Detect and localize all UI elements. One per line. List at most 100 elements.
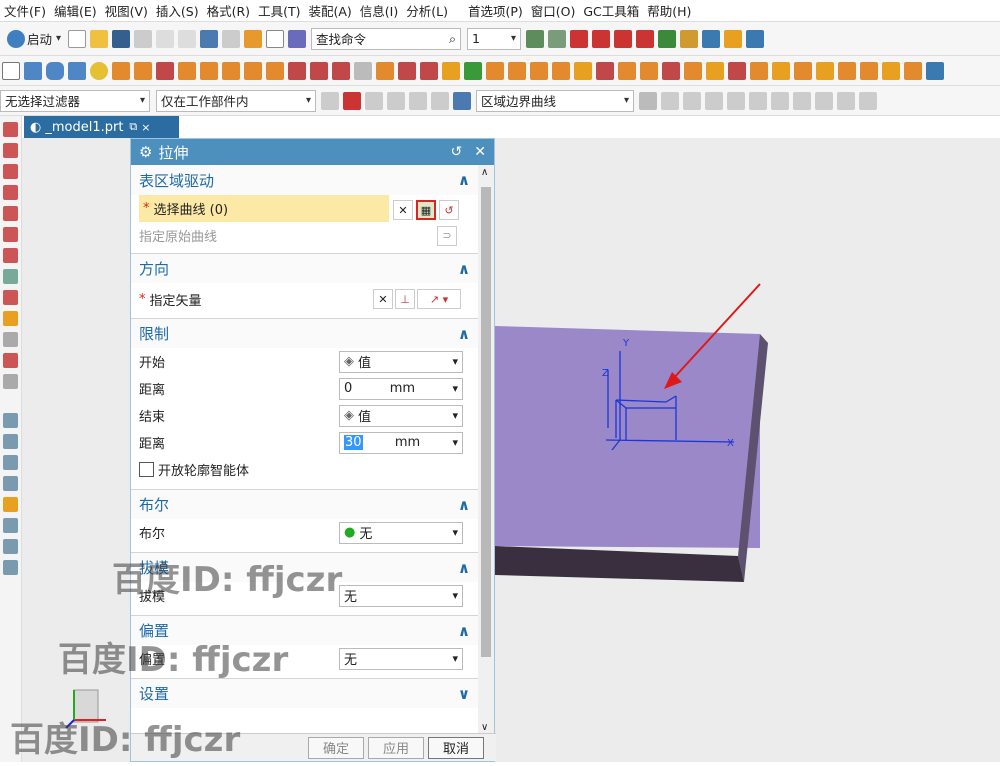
curve-rule-select[interactable]: 区域边界曲线 bbox=[476, 89, 634, 112]
pattern-icon[interactable] bbox=[486, 61, 504, 80]
section-limits-header[interactable]: 限制 ∧ bbox=[131, 318, 478, 348]
mirror-curve-icon[interactable] bbox=[3, 332, 18, 347]
chevron-down-icon[interactable]: ∨ bbox=[458, 685, 470, 703]
tube-icon[interactable] bbox=[684, 61, 702, 80]
center-point-icon[interactable] bbox=[749, 91, 767, 110]
reset-icon[interactable]: ↺ bbox=[451, 144, 463, 160]
shell-icon[interactable] bbox=[442, 61, 460, 80]
nx5-icon[interactable] bbox=[156, 61, 174, 80]
assembly-tool-icon[interactable] bbox=[746, 29, 765, 48]
menu-gc-toolbox[interactable]: GC工具箱 bbox=[579, 1, 643, 20]
command-search-input[interactable]: 查找命令 ⌕ bbox=[311, 27, 462, 50]
undo-icon[interactable] bbox=[200, 29, 219, 48]
fillet-icon[interactable] bbox=[772, 61, 790, 80]
point-on-face-icon[interactable] bbox=[837, 91, 855, 110]
origin-curve-icon[interactable]: ⊃ bbox=[437, 225, 457, 246]
select-mode-icon[interactable] bbox=[409, 91, 427, 110]
rectangle-icon[interactable] bbox=[3, 185, 18, 200]
vector-type-dropdown[interactable]: ↗ ▾ bbox=[417, 289, 461, 309]
start-menu-button[interactable]: 启动 bbox=[3, 28, 63, 50]
extrude-icon[interactable] bbox=[112, 61, 130, 80]
part-nav-icon[interactable] bbox=[548, 29, 567, 48]
open-folder-icon[interactable] bbox=[90, 29, 109, 48]
cylinder-icon[interactable] bbox=[46, 61, 64, 80]
specify-vector-row[interactable]: * 指定矢量 ✕ ⊥ ↗ ▾ bbox=[131, 283, 494, 315]
open-profile-row[interactable]: 开放轮廓智能体 bbox=[131, 456, 494, 483]
menu-file[interactable]: 文件(F) bbox=[0, 1, 50, 20]
open-profile-checkbox[interactable] bbox=[139, 462, 154, 477]
dialog-scrollbar[interactable]: ∧ ∨ bbox=[478, 165, 494, 735]
existing-point-icon[interactable] bbox=[793, 91, 811, 110]
project-curve-icon[interactable] bbox=[3, 311, 18, 326]
constraint-tool-icon[interactable] bbox=[658, 29, 677, 48]
draft-icon[interactable] bbox=[464, 61, 482, 80]
split-body-icon[interactable] bbox=[552, 61, 570, 80]
chevron-up-icon[interactable]: ∧ bbox=[458, 496, 470, 514]
subtract-icon[interactable] bbox=[354, 61, 372, 80]
chevron-up-icon[interactable]: ∧ bbox=[458, 622, 470, 640]
feature-select-icon[interactable] bbox=[431, 91, 449, 110]
cone-icon[interactable] bbox=[68, 61, 86, 80]
mold-icon[interactable] bbox=[904, 61, 922, 80]
cancel-button[interactable]: 取消 bbox=[428, 736, 484, 759]
sweep-icon[interactable] bbox=[706, 61, 724, 80]
command-finder-icon[interactable] bbox=[288, 29, 307, 48]
save-icon[interactable] bbox=[112, 29, 131, 48]
mesh-surface-icon[interactable] bbox=[3, 455, 18, 470]
reverse-direction-icon[interactable]: ⊥ bbox=[395, 289, 415, 309]
synchronous-icon[interactable] bbox=[860, 61, 878, 80]
layer-icon[interactable] bbox=[526, 29, 545, 48]
count-select[interactable]: 1 bbox=[467, 27, 522, 50]
chevron-up-icon[interactable]: ∧ bbox=[458, 260, 470, 278]
menu-info[interactable]: 信息(I) bbox=[356, 1, 402, 20]
arc-icon[interactable] bbox=[3, 143, 18, 158]
section-draft-header[interactable]: 拔模 ∧ bbox=[131, 552, 478, 582]
section-settings-header[interactable]: 设置 ∨ bbox=[131, 678, 478, 708]
blend-icon[interactable] bbox=[398, 61, 416, 80]
deselect-curve-icon[interactable]: ✕ bbox=[393, 200, 413, 220]
sketch-tool-icon[interactable] bbox=[570, 29, 589, 48]
extend-sheet-icon[interactable] bbox=[3, 560, 18, 575]
mesh-icon[interactable] bbox=[816, 61, 834, 80]
feature-tool-icon[interactable] bbox=[724, 29, 743, 48]
menu-preferences[interactable]: 首选项(P) bbox=[464, 1, 527, 20]
select-curve-row[interactable]: * 选择曲线 (0) bbox=[139, 195, 389, 222]
fillet-curve-icon[interactable] bbox=[3, 164, 18, 179]
plate-top-face[interactable] bbox=[495, 326, 760, 548]
deselect-vector-icon[interactable]: ✕ bbox=[373, 289, 393, 309]
ok-button[interactable]: 确定 bbox=[308, 736, 364, 759]
menu-edit[interactable]: 编辑(E) bbox=[50, 1, 101, 20]
surface-icon[interactable] bbox=[3, 413, 18, 428]
menu-help[interactable]: 帮助(H) bbox=[643, 1, 695, 20]
distance2-input[interactable]: 30 mm bbox=[339, 431, 463, 454]
offset-curve-icon[interactable] bbox=[3, 290, 18, 305]
trim-curve-icon[interactable] bbox=[3, 353, 18, 368]
sphere-icon[interactable] bbox=[90, 61, 108, 80]
bridge-surface-icon[interactable] bbox=[3, 497, 18, 512]
menu-analysis[interactable]: 分析(L) bbox=[402, 1, 452, 20]
through-curves-icon[interactable] bbox=[3, 434, 18, 449]
scroll-down-icon[interactable]: ∨ bbox=[481, 722, 488, 733]
menu-view[interactable]: 视图(V) bbox=[101, 1, 152, 20]
tab-pin-icon[interactable]: ⧉ bbox=[129, 120, 137, 134]
section-offset-header[interactable]: 偏置 ∧ bbox=[131, 615, 478, 645]
boolean-select[interactable]: ● 无 bbox=[339, 521, 463, 544]
type-filter-select[interactable]: 无选择过滤器 bbox=[0, 89, 150, 112]
ellipse-icon[interactable] bbox=[3, 248, 18, 263]
revolve-icon[interactable] bbox=[134, 61, 152, 80]
section-drive-header[interactable]: 表区域驱动 ∧ bbox=[131, 165, 494, 195]
pad-icon[interactable] bbox=[244, 61, 262, 80]
specify-origin-row[interactable]: 指定原始曲线 ⊃ bbox=[131, 222, 494, 249]
sketch-icon[interactable] bbox=[2, 61, 20, 80]
rib-icon[interactable] bbox=[728, 61, 746, 80]
sew-icon[interactable] bbox=[618, 61, 636, 80]
chevron-up-icon[interactable]: ∧ bbox=[458, 171, 470, 189]
scrollbar-thumb[interactable] bbox=[481, 187, 491, 657]
deselect-icon[interactable] bbox=[365, 91, 383, 110]
new-file-icon[interactable] bbox=[68, 29, 87, 48]
apply-button[interactable]: 应用 bbox=[368, 736, 424, 759]
snap-icon[interactable] bbox=[387, 91, 405, 110]
toolbar-orient-icon[interactable] bbox=[244, 29, 263, 48]
menu-tools[interactable]: 工具(T) bbox=[254, 1, 304, 20]
extend-curve-icon[interactable] bbox=[3, 374, 18, 389]
